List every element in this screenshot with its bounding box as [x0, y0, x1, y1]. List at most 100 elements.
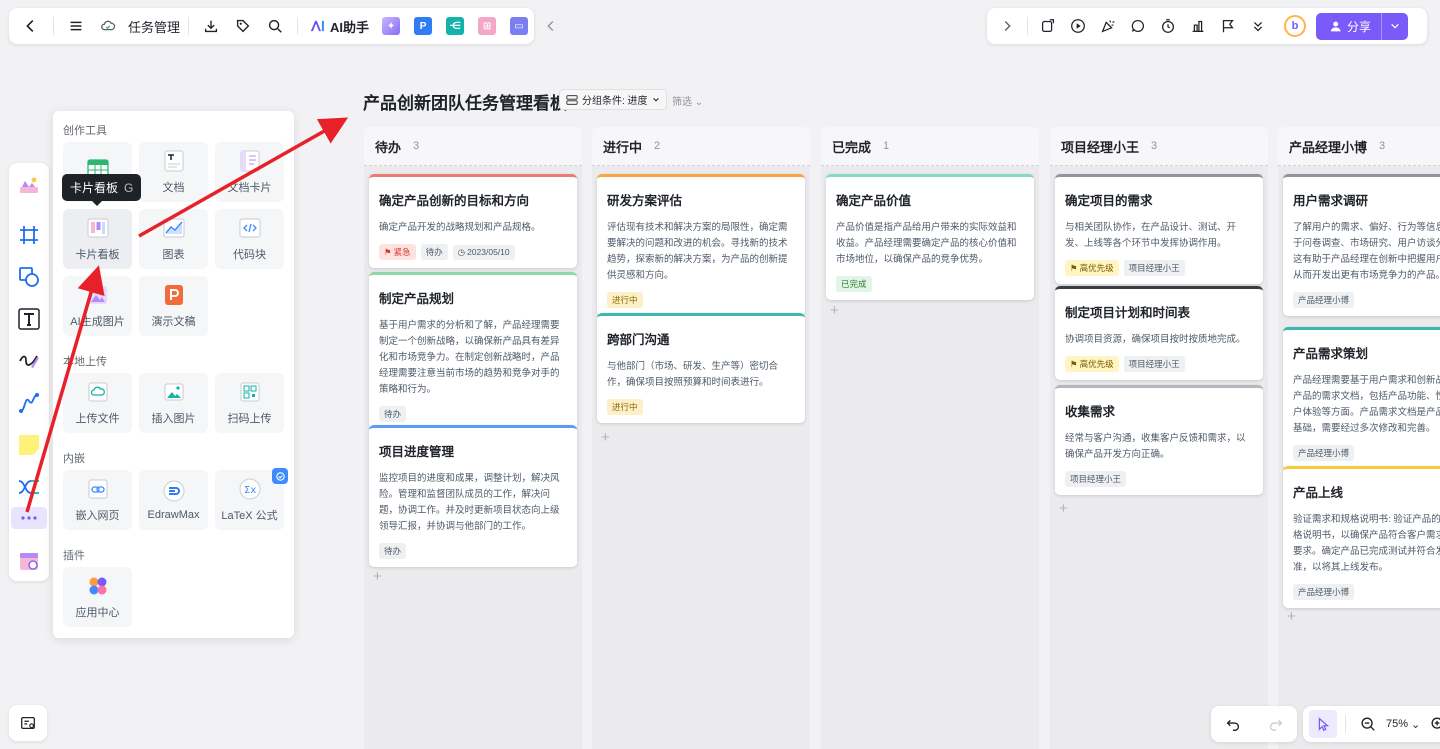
kanban-card[interactable]: 研发方案评估 评估现有技术和解决方案的局限性，确定需要解决的问题和改进的机会。寻… — [597, 174, 805, 316]
frame-icon[interactable] — [15, 221, 43, 249]
plugin-icon[interactable] — [1034, 12, 1062, 40]
sticky-note-icon[interactable] — [15, 431, 43, 459]
template-icon[interactable] — [15, 171, 43, 199]
card-description: 与他部门（市场、研发、生产等）密切合作，确保项目按照预算和时间表进行。 — [607, 361, 779, 388]
kanban-card[interactable]: 制定产品规划 基于用户需求的分析和了解，产品经理需要制定一个创新战略，以确保新产… — [369, 272, 577, 430]
kanban-card[interactable]: 产品需求策划 产品经理需要基于用户需求和创新战略制定产品的需求文档，包括产品功能… — [1283, 327, 1440, 469]
share-button[interactable]: 分享 — [1316, 12, 1409, 40]
add-card-icon[interactable]: + — [1059, 500, 1068, 517]
menu-icon[interactable] — [62, 12, 90, 40]
outline-button[interactable] — [9, 705, 47, 741]
select-cursor-icon[interactable] — [1309, 710, 1337, 738]
kanban-card[interactable]: 确定项目的需求 与相关团队协作，在产品设计、测试、开发、上线等各个环节中发挥协调… — [1055, 174, 1263, 284]
add-card-icon[interactable]: + — [601, 429, 610, 446]
zoom-dropdown[interactable]: 75% ⌄ — [1386, 718, 1420, 731]
code-icon — [238, 216, 262, 240]
column-title: 产品经理小博 — [1289, 139, 1368, 155]
more-tools-icon[interactable] — [11, 507, 47, 529]
vote-icon[interactable] — [1184, 12, 1212, 40]
share-dropdown-icon[interactable] — [1381, 12, 1408, 40]
tile-doc-card[interactable]: 文档卡片 — [215, 142, 284, 202]
undo-icon[interactable] — [1219, 710, 1247, 738]
tile-insert-image[interactable]: 插入图片 — [139, 373, 208, 433]
card-tag-label: 2023/05/10 — [467, 247, 510, 257]
tile-upload-file[interactable]: 上传文件 — [63, 373, 132, 433]
card-tag: 产品经理小博 — [1293, 292, 1355, 308]
document-title[interactable]: 任务管理 — [128, 17, 180, 36]
card-tag-label: 进行中 — [612, 402, 638, 412]
tile-kanban[interactable]: 卡片看板 — [63, 209, 132, 269]
connector-icon[interactable] — [15, 389, 43, 417]
tile-doc[interactable]: 文档 — [139, 142, 208, 202]
shape-icon[interactable] — [15, 263, 43, 291]
more-down-icon[interactable] — [1244, 12, 1272, 40]
tile-latex[interactable]: Σx LaTeX 公式 — [215, 468, 288, 530]
kanban-card[interactable]: 收集需求 经常与客户沟通，收集客户反馈和需求，以确保产品开发方向正确。 项目经理… — [1055, 385, 1263, 495]
clock-icon: ◷ — [457, 246, 466, 257]
text-icon[interactable] — [15, 305, 43, 333]
avatar[interactable]: b — [1284, 15, 1306, 37]
comment-app-icon[interactable]: ▭ — [510, 17, 529, 35]
app-box-icon[interactable] — [15, 547, 43, 575]
kanban-card[interactable]: 确定产品价值 产品价值是指产品给用户带来的实际效益和收益。产品经理需要确定产品的… — [826, 174, 1034, 300]
search-icon[interactable] — [261, 12, 289, 40]
timer-icon[interactable] — [1154, 12, 1182, 40]
flow-app-icon[interactable]: ⊞ — [478, 17, 497, 35]
column-header[interactable]: 项目经理小王 3 — [1050, 127, 1268, 166]
column-header[interactable]: 进行中 2 — [592, 127, 810, 166]
redo-icon[interactable] — [1262, 710, 1290, 738]
kanban-card[interactable]: 项目进度管理 监控项目的进度和成果，调整计划，解决风险。管理和监督团队成员的工作… — [369, 425, 577, 567]
ai-image-app-icon[interactable]: ✦ — [382, 17, 401, 35]
celebrate-icon[interactable] — [1094, 12, 1122, 40]
ai-assistant-label: AI助手 — [330, 19, 370, 35]
card-title: 确定产品创新的目标和方向 — [379, 194, 530, 208]
flag-icon[interactable] — [1214, 12, 1242, 40]
column-header[interactable]: 产品经理小博 3 — [1278, 127, 1440, 166]
download-icon[interactable] — [197, 12, 225, 40]
play-icon[interactable] — [1064, 12, 1092, 40]
divider — [1027, 17, 1028, 35]
tile-edrawmax[interactable]: EdrawMax — [139, 470, 208, 530]
mindmap-app-icon[interactable]: ⋲ — [446, 17, 465, 35]
add-card-icon[interactable]: + — [373, 568, 382, 585]
comment-icon[interactable] — [1124, 12, 1152, 40]
tile-doc-label: 文档 — [162, 182, 185, 194]
collapse-left-icon[interactable] — [537, 12, 565, 40]
card-description: 了解用户的需求、偏好、行为等信息，不限于问卷调查、市场研究、用户访谈分析等。这有… — [1293, 222, 1440, 281]
tile-scan-upload[interactable]: 扫码上传 — [215, 373, 284, 433]
tile-slides[interactable]: 演示文稿 — [139, 276, 208, 336]
upload-file-icon — [86, 380, 110, 404]
tile-code[interactable]: 代码块 — [215, 209, 284, 269]
groupby-dropdown[interactable]: 分组条件: 进度 — [559, 89, 667, 110]
expand-right-icon[interactable] — [993, 12, 1021, 40]
zoom-out-icon[interactable] — [1354, 710, 1382, 738]
tile-ai-image[interactable]: AI生成图片 — [63, 276, 132, 336]
mindmap-icon[interactable] — [15, 473, 43, 501]
add-card-icon[interactable]: + — [830, 302, 839, 319]
filter-button[interactable]: 筛选 ⌄ — [672, 93, 703, 108]
kanban-card[interactable]: 跨部门沟通 与他部门（市场、研发、生产等）密切合作，确保项目按照预算和时间表进行… — [597, 313, 805, 423]
back-icon[interactable] — [17, 12, 45, 40]
tag-icon[interactable] — [229, 12, 257, 40]
zoom-in-icon[interactable] — [1424, 710, 1440, 738]
tile-embed-web[interactable]: 嵌入网页 — [63, 470, 132, 530]
card-title: 收集需求 — [1065, 405, 1116, 419]
kanban-card[interactable]: 制定项目计划和时间表 协调项目资源，确保项目按时按质地完成。 ⚑ 高优先级 项目经… — [1055, 286, 1263, 380]
main-toolbar: 任务管理 AI助手 ✦ P ⋲ ⊞ ▭ — [9, 8, 554, 44]
kanban-tooltip: 卡片看板 G — [62, 174, 142, 206]
groupby-label: 分组条件: 进度 — [582, 96, 648, 107]
column-header[interactable]: 待办 3 — [364, 127, 582, 166]
column-header[interactable]: 已完成 1 — [821, 127, 1039, 166]
ai-assistant-button[interactable]: AI助手 — [310, 17, 369, 36]
add-card-icon[interactable]: + — [1287, 608, 1296, 625]
card-description: 评估现有技术和解决方案的局限性，确定需要解决的问题和改进的机会。寻找新的技术趋势… — [607, 222, 788, 281]
kanban-card[interactable]: 确定产品创新的目标和方向 确定产品开发的战略规划和产品规格。 ⚑ 紧急 待办 ◷ 2… — [369, 174, 577, 268]
tile-app-center[interactable]: 应用中心 — [63, 567, 132, 627]
pen-icon[interactable] — [15, 347, 43, 375]
p-app-icon[interactable]: P — [414, 17, 433, 35]
tile-chart[interactable]: 图表 — [139, 209, 208, 269]
board-title[interactable]: 产品创新团队任务管理看板 — [363, 89, 567, 114]
divider — [1345, 715, 1346, 733]
kanban-card[interactable]: 产品上线 验证需求和规格说明书: 验证产品的需求和规格说明书，以确保产品符合客户… — [1283, 466, 1440, 608]
kanban-card[interactable]: 用户需求调研 了解用户的需求、偏好、行为等信息，不限于问卷调查、市场研究、用户访… — [1283, 174, 1440, 316]
